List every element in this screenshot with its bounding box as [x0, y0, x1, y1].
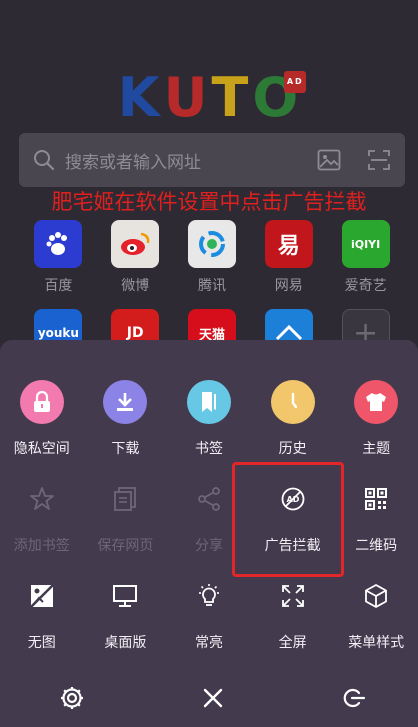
star-icon [20, 477, 64, 521]
menu-item-label: 桌面版 [104, 635, 147, 651]
exit-button[interactable] [338, 684, 370, 716]
no-image-icon [20, 574, 64, 618]
bulb-icon [187, 574, 231, 618]
menu-item-desktop-mode[interactable]: 桌面版 [84, 574, 168, 671]
fullscreen-icon [271, 574, 315, 618]
menu-item-qr-code[interactable]: 二维码 [334, 477, 418, 574]
search-input[interactable]: 搜索或者输入网址 [19, 133, 405, 187]
weibo-icon [111, 220, 160, 268]
menu-item-keep-screen-on[interactable]: 常亮 [167, 574, 251, 671]
menu-item-label: 历史 [278, 441, 307, 457]
menu-item-save-page[interactable]: 保存网页 [84, 477, 168, 574]
menu-item-label: 无图 [27, 635, 56, 651]
site-label: 腾讯 [197, 278, 226, 294]
site-label: 百度 [44, 278, 73, 294]
save-page-icon [103, 477, 147, 521]
menu-item-label: 书签 [194, 441, 223, 457]
logo-letter-k: K [117, 66, 162, 129]
site-tencent[interactable]: 腾讯 [174, 220, 251, 295]
iqiyi-icon: iQIYI [341, 220, 390, 268]
bookmark-icon [186, 380, 231, 424]
site-iqiyi[interactable]: iQIYI 爱奇艺 [327, 220, 404, 295]
menu-item-label: 隐私空间 [13, 441, 70, 457]
menu-item-label: 添加书签 [13, 538, 70, 554]
menu-grid: 隐私空间 下载 书签 历史 主题 添加书签 保存网页 分享 AD 广告拦截 二维… [0, 380, 418, 671]
clock-icon [270, 380, 315, 424]
share-icon [187, 477, 231, 521]
menu-item-no-image[interactable]: 无图 [0, 574, 84, 671]
logo-letter-u: U [163, 66, 210, 129]
settings-button[interactable] [56, 684, 88, 716]
menu-bottom-bar [0, 680, 418, 720]
ad-block-highlight-box [232, 462, 344, 577]
menu-item-menu-style[interactable]: 菜单样式 [334, 574, 418, 671]
site-weibo[interactable]: 微博 [97, 220, 174, 295]
site-label: 微博 [121, 278, 150, 294]
image-search-icon[interactable] [317, 149, 341, 171]
tshirt-icon [354, 380, 399, 424]
site-netease[interactable]: 易 网易 [250, 220, 327, 295]
netease-icon: 易 [264, 220, 313, 268]
download-icon [103, 380, 148, 424]
search-placeholder: 搜索或者输入网址 [65, 152, 201, 173]
menu-item-label: 分享 [194, 538, 223, 554]
menu-item-label: 保存网页 [97, 538, 154, 554]
site-baidu[interactable]: 百度 [20, 220, 97, 295]
menu-item-label: 全屏 [278, 635, 307, 651]
logo-ad-badge: AD [284, 71, 307, 93]
scan-icon[interactable] [367, 149, 391, 171]
menu-item-theme[interactable]: 主题 [334, 380, 418, 477]
menu-item-add-bookmark[interactable]: 添加书签 [0, 477, 84, 574]
lock-icon [19, 380, 64, 424]
site-label: 爱奇艺 [344, 278, 387, 294]
menu-item-privacy-space[interactable]: 隐私空间 [0, 380, 84, 477]
annotation-text: 肥宅姬在软件设置中点击广告拦截 [51, 190, 367, 214]
browser-menu-sheet: 隐私空间 下载 书签 历史 主题 添加书签 保存网页 分享 AD 广告拦截 二维… [0, 340, 418, 727]
desktop-icon [103, 574, 147, 618]
qr-code-icon [354, 477, 398, 521]
menu-item-download[interactable]: 下载 [84, 380, 168, 477]
menu-item-label: 二维码 [355, 538, 398, 554]
site-label: 网易 [274, 278, 303, 294]
quick-sites-grid: 百度 微博 腾讯 易 网易 iQIYI 爱奇艺 youku JD 天猫 + [20, 220, 404, 357]
close-icon [202, 687, 224, 713]
menu-item-label: 下载 [111, 441, 140, 457]
menu-item-label: 常亮 [194, 635, 223, 651]
logo-letter-t: T [211, 66, 251, 129]
cube-icon [354, 574, 398, 618]
settings-gear-icon [59, 685, 85, 715]
logo-letter-o: O AD [252, 71, 307, 125]
exit-icon [342, 686, 366, 714]
search-icon [33, 149, 55, 171]
menu-item-label: 菜单样式 [348, 635, 405, 651]
baidu-paw-icon [34, 220, 83, 268]
tencent-icon [187, 220, 236, 268]
menu-item-label: 主题 [362, 441, 391, 457]
close-menu-button[interactable] [197, 684, 229, 716]
kuto-logo: K U T O AD [0, 68, 418, 128]
menu-item-fullscreen[interactable]: 全屏 [251, 574, 335, 671]
